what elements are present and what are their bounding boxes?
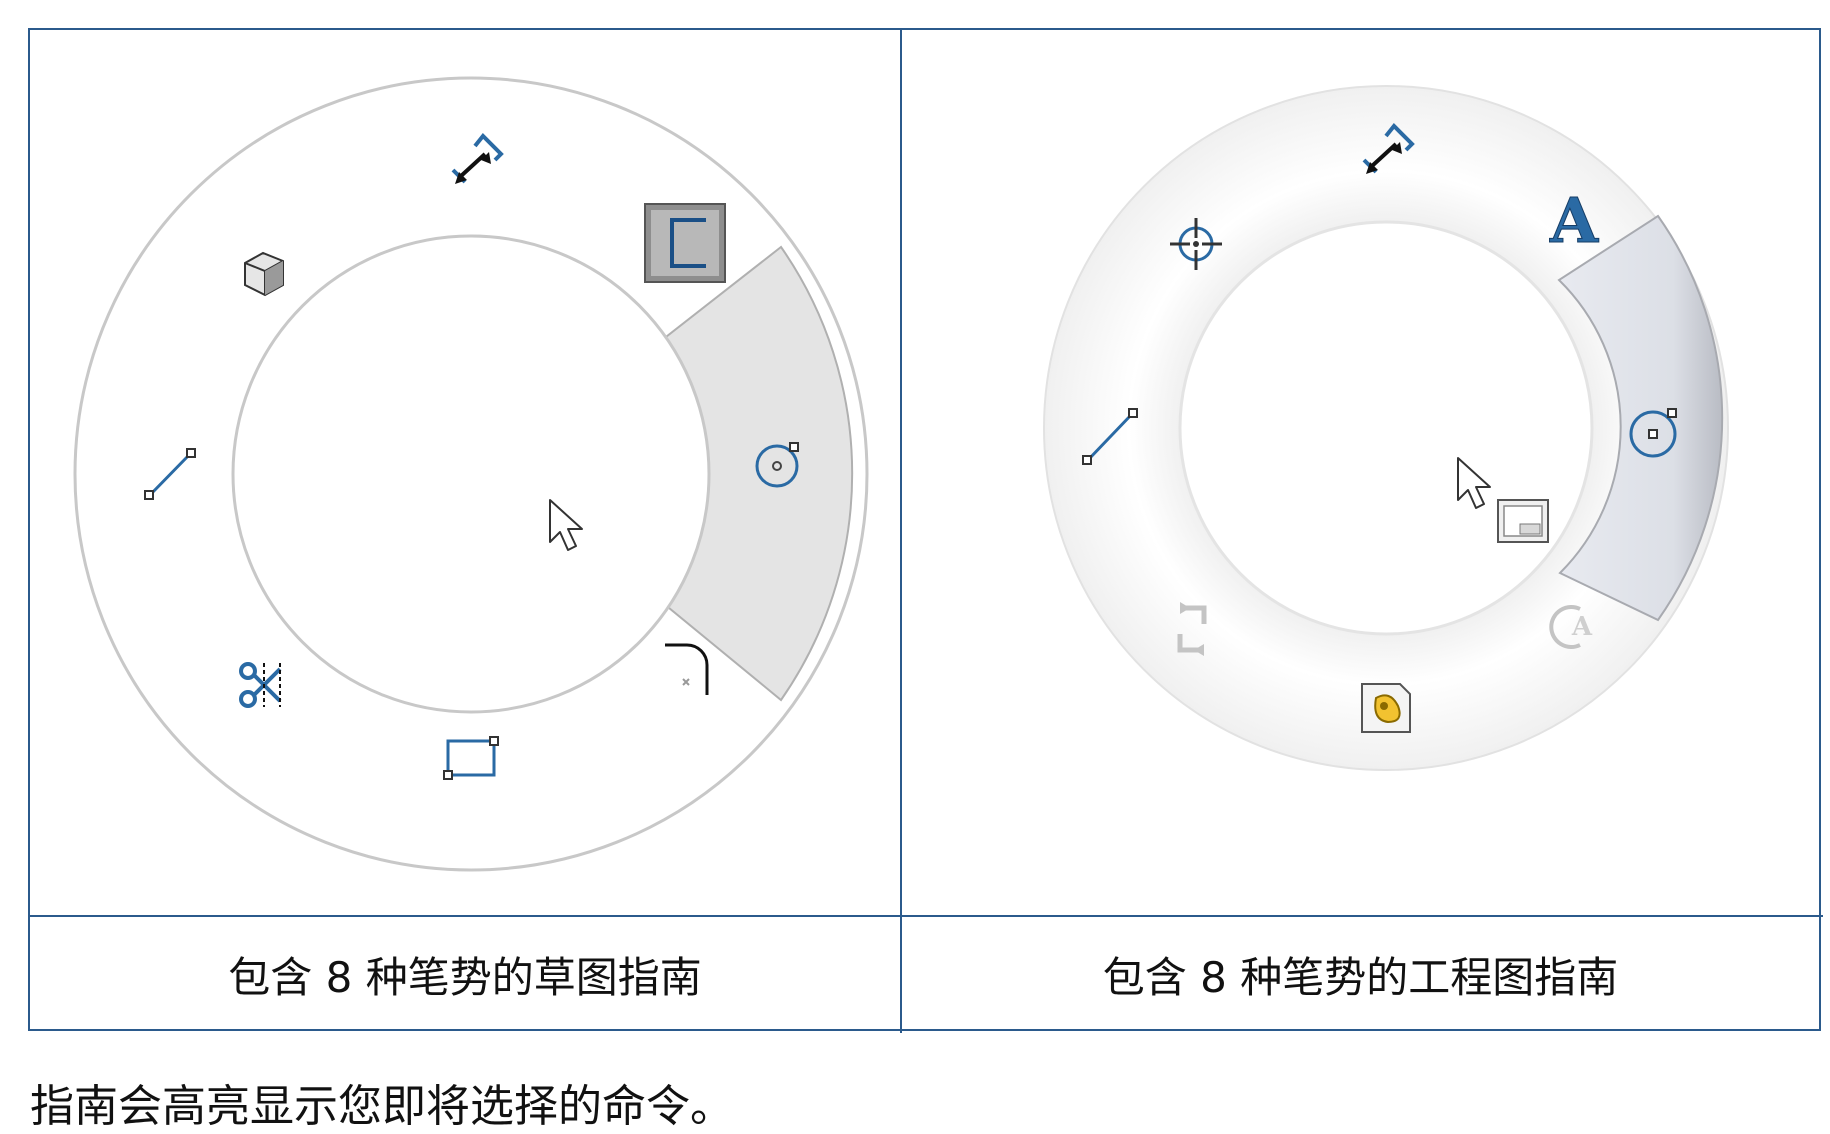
svg-text:A: A	[1571, 612, 1593, 642]
figure-table: A A 包含 8 种笔势的草图指南 包含 8 种笔势的工程图指南	[28, 28, 1823, 1033]
gesture-ring-inner	[231, 234, 711, 714]
drawing-gesture-panel: A A	[902, 30, 1819, 915]
drawing-guide-caption: 包含 8 种笔势的工程图指南	[1102, 952, 1619, 1002]
footer-note: 指南会高亮显示您即将选择的命令。	[30, 1081, 734, 1132]
drawing-sheet-icon	[1497, 499, 1549, 543]
model-items-icon[interactable]	[1361, 683, 1411, 733]
gesture-ring-inner	[1178, 220, 1594, 636]
sketch-gesture-panel	[30, 30, 900, 915]
svg-text:A: A	[1549, 184, 1599, 257]
note-icon[interactable]: A	[1548, 184, 1599, 258]
3d-view-icon[interactable]	[244, 251, 284, 297]
sketch-guide-caption: 包含 8 种笔势的草图指南	[228, 952, 702, 1002]
sketch-fillet-toolbar-icon[interactable]	[644, 203, 726, 283]
